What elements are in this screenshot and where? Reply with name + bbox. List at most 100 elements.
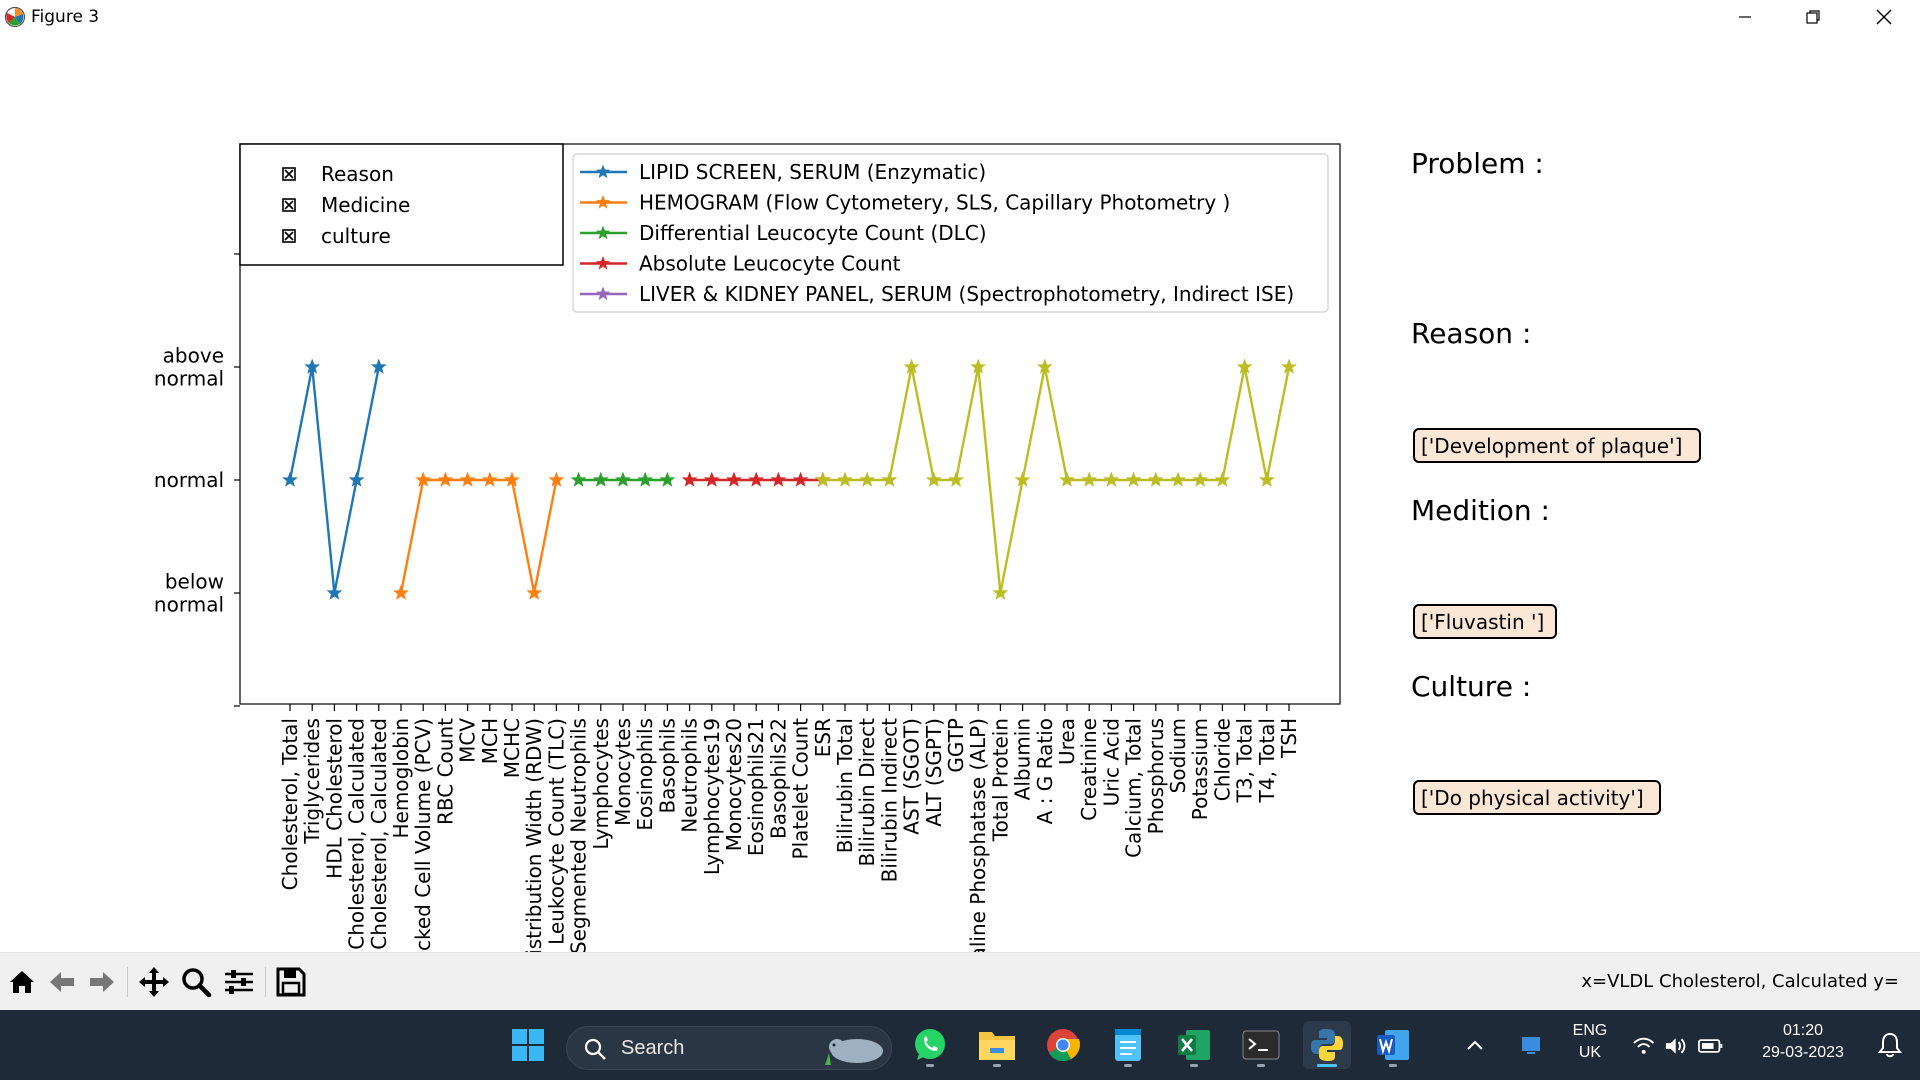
y-axis: below normal normal above normal <box>154 253 240 707</box>
x-tick-label: Calcium, Total <box>1122 718 1146 858</box>
coordinate-readout: x=VLDL Cholesterol, Calculated y= <box>1581 971 1899 992</box>
x-tick-label: Cholesterol, Total <box>278 718 302 890</box>
legend-series-label: LIVER & KIDNEY PANEL, SERUM (Spectrophot… <box>639 282 1294 306</box>
figure-canvas[interactable]: below normal normal above normal Cholesterol… <box>0 34 1920 1058</box>
legend-series-label: Differential Leucocyte Count (DLC) <box>639 221 987 245</box>
x-tick-label: MCHC <box>500 718 524 778</box>
chevron-up-icon <box>1467 1040 1483 1050</box>
taskbar-file-explorer[interactable] <box>973 1021 1021 1069</box>
taskbar-search[interactable]: Search <box>566 1026 892 1070</box>
lang-line2: UK <box>1578 1044 1602 1061</box>
restore-button[interactable] <box>1778 0 1848 34</box>
series-line <box>288 365 380 595</box>
x-tick-label: RBC Count <box>433 718 457 825</box>
data-point-star <box>992 584 1009 600</box>
data-point-star <box>1125 471 1142 487</box>
window-title: Figure 3 <box>31 7 100 27</box>
x-tick-label: Segmented Neutrophils <box>567 718 591 952</box>
active-indicator <box>1317 1064 1337 1067</box>
data-point-star <box>1103 471 1120 487</box>
x-tick-label: Phosphorus <box>1144 718 1168 834</box>
data-point-star <box>437 471 454 487</box>
x-tick-label: Total Protein <box>988 718 1012 842</box>
culture-value: ['Do physical activity'] <box>1421 786 1644 810</box>
x-tick-label: Lymphocytes19 <box>700 718 724 875</box>
x-tick-label: GGTP <box>944 718 968 773</box>
x-tick-label: Neutrophils <box>678 718 702 833</box>
data-point-star <box>792 471 809 487</box>
x-tick-label: HDL Cholesterol <box>322 718 346 879</box>
forward-button[interactable] <box>83 963 121 1001</box>
data-point-star <box>770 471 787 487</box>
x-tick-label: Platelet Count <box>789 718 813 860</box>
reason-label: Reason : <box>1411 317 1531 350</box>
back-button[interactable] <box>43 963 81 1001</box>
data-point-star <box>393 584 409 600</box>
taskbar-word[interactable] <box>1369 1021 1417 1069</box>
matplotlib-app-icon <box>4 6 26 28</box>
data-point-star <box>681 471 698 487</box>
windows-taskbar: Search ENG UK 01:20 29-03-2023 <box>0 1010 1920 1080</box>
x-tick-label: Chloride <box>1210 718 1234 801</box>
x-tick-label: A : G Ratio <box>1033 718 1057 824</box>
legend-series-entry: LIPID SCREEN, SERUM (Enzymatic) <box>580 160 986 184</box>
taskbar-chrome[interactable] <box>1039 1021 1087 1069</box>
close-button[interactable] <box>1849 0 1919 34</box>
tray-app-button[interactable] <box>1514 1021 1548 1069</box>
x-tick-label: Creatinine <box>1077 718 1101 821</box>
x-tick-label: T3, Total <box>1233 718 1257 803</box>
toolbar-separator <box>127 967 128 997</box>
show-hidden-icons-button[interactable] <box>1460 1021 1490 1069</box>
taskbar-whatsapp[interactable] <box>906 1021 954 1069</box>
x-tick-label: VLDL Cholesterol, Calculated <box>367 718 391 952</box>
medicine-label: Medition : <box>1411 494 1550 527</box>
taskbar-terminal[interactable] <box>1237 1021 1285 1069</box>
data-point-star <box>726 471 742 487</box>
taskbar-excel[interactable] <box>1170 1021 1218 1069</box>
data-point-star <box>615 471 631 487</box>
x-tick-label: Bilirubin Indirect <box>877 718 901 882</box>
toolbar-separator <box>265 967 266 997</box>
data-point-star <box>659 471 676 487</box>
legend-series-label: Absolute Leucocyte Count <box>639 252 901 276</box>
clock[interactable]: 01:20 29-03-2023 <box>1748 1022 1858 1068</box>
data-point-star <box>837 471 853 487</box>
configure-subplots-button[interactable] <box>220 963 258 1001</box>
x-tick-label: Total Leukocyte Count (TLC) <box>544 718 568 952</box>
line-chart[interactable]: below normal normal above normal Cholesterol… <box>0 34 1920 1058</box>
taskbar-python[interactable] <box>1303 1021 1351 1069</box>
x-tick-label: Eosinophils21 <box>744 718 768 856</box>
volume-icon <box>1666 1038 1686 1054</box>
data-point-star <box>592 471 609 487</box>
reason-value: ['Development of plaque'] <box>1421 434 1682 458</box>
forward-arrow-icon <box>90 972 114 992</box>
start-button[interactable] <box>504 1021 552 1069</box>
series-layer <box>282 358 1297 600</box>
running-indicator <box>1190 1064 1198 1067</box>
save-figure-button[interactable] <box>272 963 310 1001</box>
data-point-star <box>282 471 298 487</box>
taskbar-notepad[interactable] <box>1104 1021 1152 1069</box>
quick-settings-button[interactable] <box>1633 1032 1723 1060</box>
legend-series-label: LIPID SCREEN, SERUM (Enzymatic) <box>639 160 986 184</box>
language-indicator[interactable]: ENG UK <box>1568 1022 1612 1068</box>
data-point-star <box>326 584 343 600</box>
pan-button[interactable] <box>135 963 173 1001</box>
data-point-star <box>526 584 543 600</box>
home-button[interactable] <box>3 963 41 1001</box>
y-tick-label: below normal <box>154 570 224 617</box>
legend-series-entry: Differential Leucocyte Count (DLC) <box>580 221 987 245</box>
y-tick-label: normal <box>154 468 224 492</box>
zoom-button[interactable] <box>177 963 215 1001</box>
x-tick-label: Sodium <box>1166 718 1190 793</box>
minimize-icon <box>1739 16 1751 18</box>
legend-series: LIPID SCREEN, SERUM (Enzymatic) HEMOGRAM … <box>572 153 1329 313</box>
minimize-button[interactable] <box>1710 0 1780 34</box>
notifications-button[interactable] <box>1870 1021 1910 1069</box>
clock-date: 29-03-2023 <box>1762 1044 1844 1061</box>
legend-category-label: Reason <box>321 162 394 186</box>
data-point-star <box>1192 471 1209 487</box>
data-point-star <box>881 471 898 487</box>
data-point-star <box>481 471 498 487</box>
battery-icon <box>1697 1039 1723 1053</box>
